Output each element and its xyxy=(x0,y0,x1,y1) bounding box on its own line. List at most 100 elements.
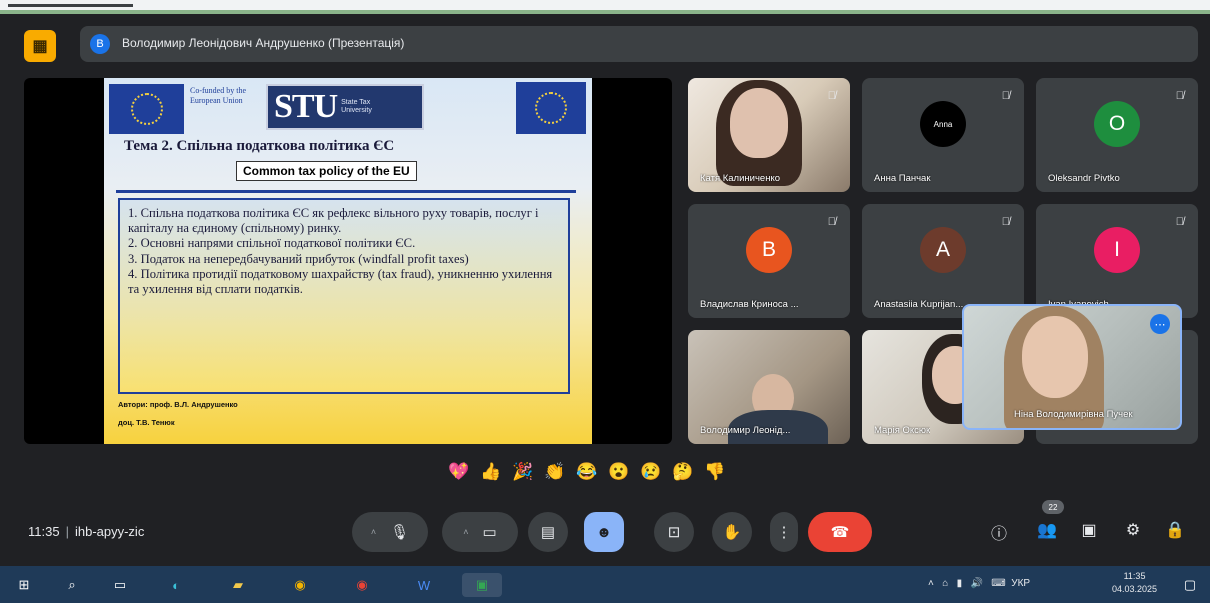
self-name: Ніна Володимирівна Пучек xyxy=(1014,409,1133,420)
stu-logo-text: STU xyxy=(274,88,338,125)
eu-stars-icon xyxy=(535,92,567,124)
meet-taskbar-icon[interactable]: ▣ xyxy=(462,573,502,597)
chevron-up-icon[interactable]: ˄ xyxy=(463,527,482,537)
participant-name: Марія Оксюк xyxy=(874,425,931,436)
slide-point-3: 3. Податок на непередбачуваний прибуток … xyxy=(128,251,469,266)
participant-name: Oleksandr Pivtko xyxy=(1048,173,1120,184)
meeting-controls: 11:35 | ihb-apyy-zic ˄ 🎙 ˄ ▭ ▤ ☻ ⊡ ✋ ⋮ ☎ ⓘ 👥… xyxy=(0,500,1210,566)
reaction-heart-icon[interactable]: 💖 xyxy=(448,462,470,482)
meeting-code: ihb-apyy-zic xyxy=(74,524,145,539)
more-vert-icon: ⋮ xyxy=(776,524,792,541)
reaction-clap-icon[interactable]: 👏 xyxy=(544,462,566,482)
reaction-sad-icon[interactable]: 😢 xyxy=(640,462,662,482)
self-view-tile[interactable]: ⋯ Ніна Володимирівна Пучек xyxy=(962,304,1182,430)
raise-hand-button[interactable]: ✋ xyxy=(712,512,752,552)
more-options-button[interactable]: ⋮ xyxy=(770,512,798,552)
eu-flag-left xyxy=(109,84,184,134)
slide-content-box: 1. Спільна податкова політика ЄС як рефл… xyxy=(118,198,570,394)
participant-tile[interactable]: O 🎙̸ Oleksandr Pivtko xyxy=(1036,78,1198,192)
participant-name: Володимир Леонід... xyxy=(700,425,791,436)
participant-tile[interactable]: B 🎙̸ Владислав Криноса ... xyxy=(688,204,850,318)
present-icon: ⊡ xyxy=(667,524,681,541)
participant-tile[interactable]: Anna 🎙̸ Анна Панчак xyxy=(862,78,1024,192)
reaction-thumbs-up-icon[interactable]: 👍 xyxy=(480,462,502,482)
present-button[interactable]: ⊡ xyxy=(654,512,694,552)
battery-icon[interactable]: ▮ xyxy=(957,578,963,589)
system-clock[interactable]: 11:35 04.03.2025 xyxy=(1112,570,1157,596)
participant-avatar: I xyxy=(1094,227,1140,273)
slide-point-2: 2. Основні напрями спільної податкової п… xyxy=(128,236,416,251)
volume-icon[interactable]: 🔊 xyxy=(970,578,982,589)
meeting-details-icon[interactable]: ⓘ xyxy=(986,520,1012,544)
participant-tile[interactable]: A 🎙̸ Anastasiia Kuprijan... xyxy=(862,204,1024,318)
edge-browser-icon[interactable]: ◐ xyxy=(164,573,188,597)
hand-icon: ✋ xyxy=(722,524,742,541)
camera-icon: ▭ xyxy=(482,524,497,541)
more-options-icon[interactable]: ⋯ xyxy=(1150,314,1170,334)
chevron-up-icon[interactable]: ˄ xyxy=(371,527,390,537)
participant-name: Катя Калиниченко xyxy=(700,173,780,184)
slide-point-4: 4. Політика протидії податковому шахрайс… xyxy=(128,266,553,297)
chrome-icon[interactable]: ◉ xyxy=(288,573,312,597)
participant-tile[interactable]: Володимир Леонід... xyxy=(688,330,850,444)
reaction-thumbs-down-icon[interactable]: 👎 xyxy=(704,462,726,482)
language-indicator[interactable]: УКР xyxy=(1011,578,1030,589)
reaction-party-icon[interactable]: 🎉 xyxy=(512,462,534,482)
mic-off-icon: 🎙̸ xyxy=(827,216,836,228)
activities-icon[interactable]: ⚙ xyxy=(1120,520,1146,540)
leave-call-button[interactable]: ☎ xyxy=(808,512,872,552)
mic-icon: 🎙 xyxy=(390,524,410,541)
network-icon[interactable]: ⌂ xyxy=(942,578,948,589)
mic-off-icon: 🎙̸ xyxy=(1175,90,1184,102)
slide-author-1: Автори: проф. В.Л. Андрушенко xyxy=(118,400,238,409)
tab-indicator xyxy=(8,4,133,7)
mic-off-icon: 🎙̸ xyxy=(1175,216,1184,228)
emoji-icon: ☻ xyxy=(596,523,612,541)
presentation-title-bar: В Володимир Леонідович Андрушенко (Презе… xyxy=(80,26,1198,62)
camera-toggle-button[interactable]: ˄ ▭ xyxy=(442,512,518,552)
word-icon[interactable]: W xyxy=(412,573,436,597)
reactions-bar: 💖 👍 🎉 👏 😂 😮 😢 🤔 👎 xyxy=(448,462,726,482)
stu-logo: STU State Tax University xyxy=(266,84,424,130)
search-icon[interactable]: ⌕ xyxy=(60,573,84,597)
hang-up-icon: ☎ xyxy=(830,524,850,541)
participant-tile[interactable]: 🎙̸ Катя Калиниченко xyxy=(688,78,850,192)
slide-point-1: 1. Спільна податкова політика ЄС як рефл… xyxy=(128,206,539,236)
meet-apps-icon[interactable]: ▦ xyxy=(24,30,56,62)
task-view-icon[interactable]: ▭ xyxy=(108,573,132,597)
reaction-thinking-icon[interactable]: 🤔 xyxy=(672,462,694,482)
file-explorer-icon[interactable]: ▰ xyxy=(226,573,250,597)
chrome-profile-icon[interactable]: ◉ xyxy=(350,573,374,597)
chevron-up-icon[interactable]: ˄ xyxy=(928,578,934,589)
chat-icon[interactable]: ▣ xyxy=(1076,520,1102,540)
reaction-surprised-icon[interactable]: 😮 xyxy=(608,462,630,482)
browser-top-strip xyxy=(0,0,1210,14)
eu-flag-right xyxy=(516,82,586,134)
captions-icon: ▤ xyxy=(540,524,556,541)
notifications-icon[interactable]: ▢ xyxy=(1178,573,1202,597)
participant-name: Владислав Криноса ... xyxy=(700,299,799,310)
participant-name: Anastasiia Kuprijan... xyxy=(874,299,964,310)
host-controls-icon[interactable]: 🔒 xyxy=(1162,520,1188,540)
participant-avatar: Anna xyxy=(920,101,966,147)
mic-toggle-button[interactable]: ˄ 🎙 xyxy=(352,512,428,552)
meeting-info: 11:35 | ihb-apyy-zic xyxy=(28,524,145,539)
windows-start-icon[interactable]: ⊞ xyxy=(12,573,36,597)
presented-slide: Co-funded by the European Union STU Stat… xyxy=(104,78,592,444)
clock-date: 04.03.2025 xyxy=(1112,584,1158,594)
presenter-avatar: В xyxy=(90,34,110,54)
mic-off-icon: 🎙̸ xyxy=(1001,90,1010,102)
eu-stars-icon xyxy=(130,93,163,125)
keyboard-icon[interactable]: ⌨ xyxy=(991,578,1005,589)
participant-avatar: A xyxy=(920,227,966,273)
system-tray: ˄ ⌂ ▮ 🔊 ⌨ УКР xyxy=(928,578,1030,589)
mic-off-icon: 🎙̸ xyxy=(1001,216,1010,228)
mic-off-icon: 🎙̸ xyxy=(827,90,836,102)
people-icon[interactable]: 👥 xyxy=(1034,520,1060,540)
captions-button[interactable]: ▤ xyxy=(528,512,568,552)
reaction-laugh-icon[interactable]: 😂 xyxy=(576,462,598,482)
meet-window: ▦ В Володимир Леонідович Андрушенко (Пре… xyxy=(0,14,1210,566)
emoji-button[interactable]: ☻ xyxy=(584,512,624,552)
slide-divider xyxy=(116,190,576,193)
participant-tile[interactable]: I 🎙̸ Ivan Ivanovich xyxy=(1036,204,1198,318)
